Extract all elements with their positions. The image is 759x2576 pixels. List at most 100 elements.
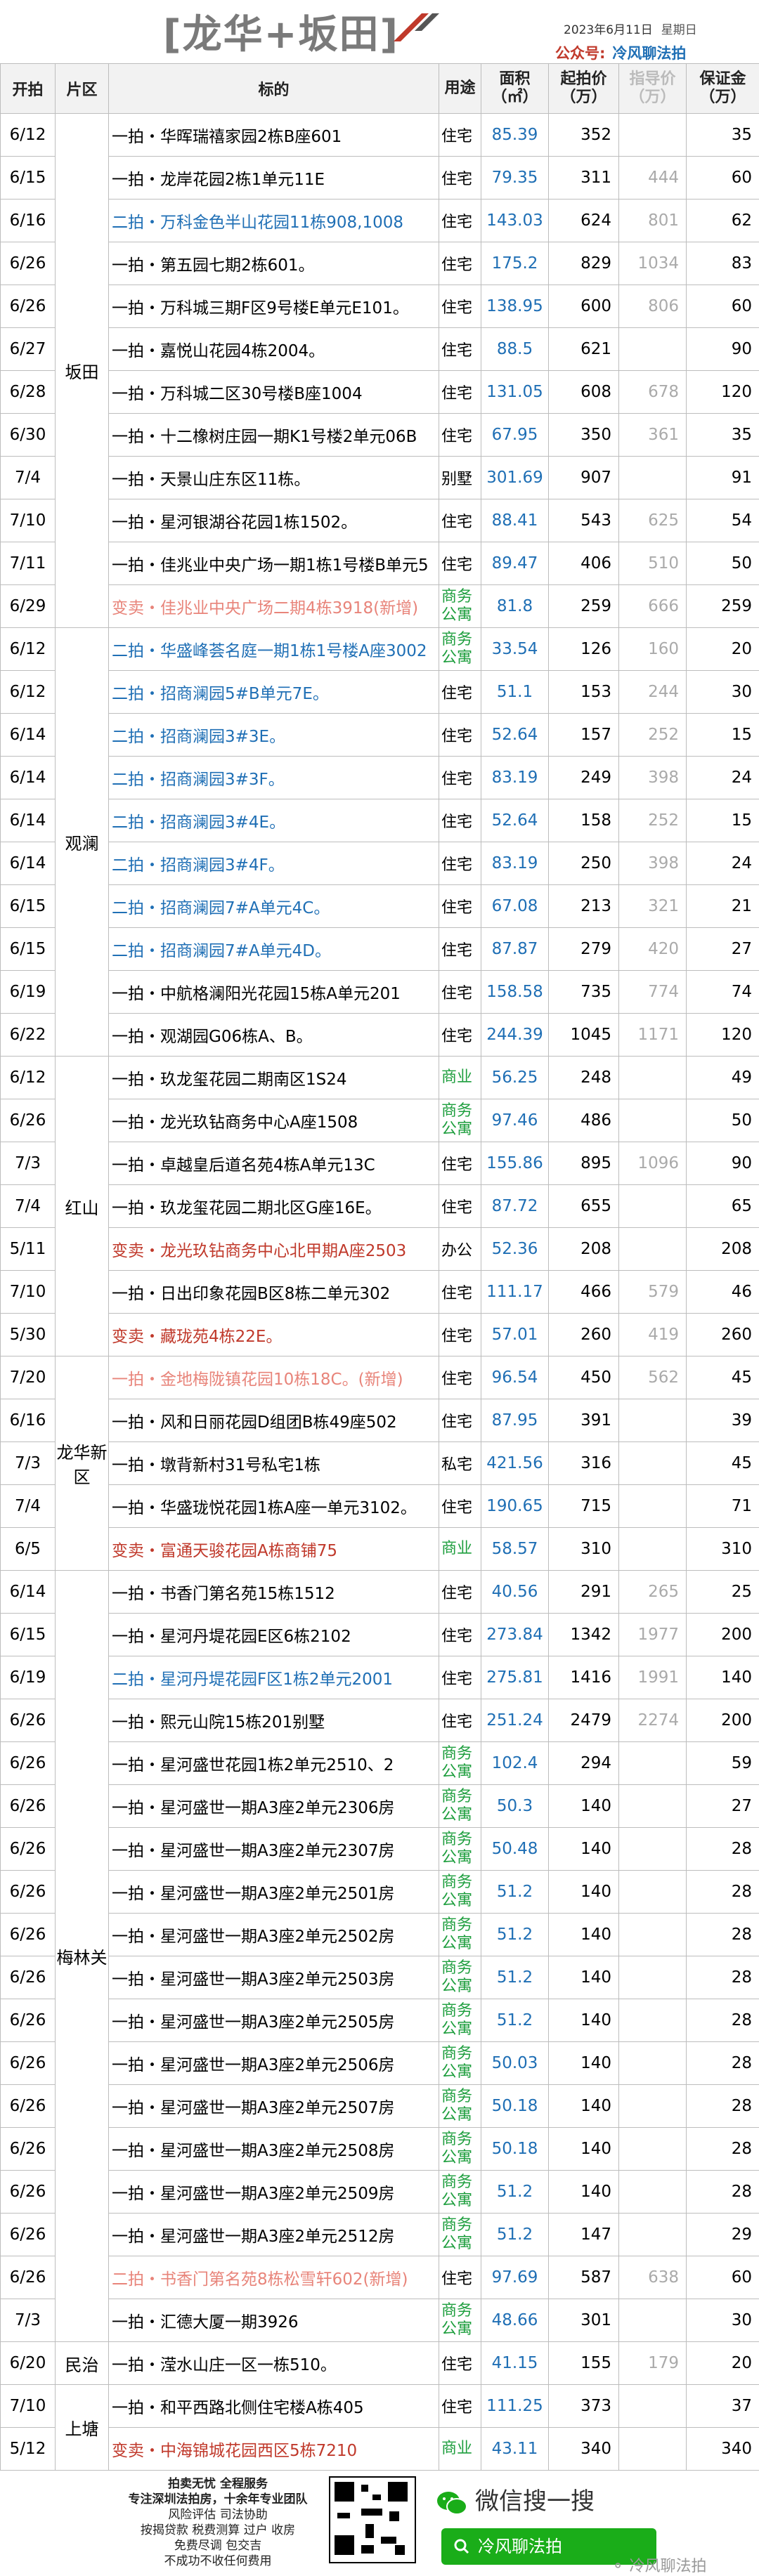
start-price: 259 — [549, 585, 619, 628]
deposit: 15 — [687, 714, 759, 757]
auction-date: 6/26 — [1, 1699, 56, 1742]
auction-date: 6/26 — [1, 285, 56, 328]
deposit: 28 — [687, 1914, 759, 1956]
property-area: 87.95 — [481, 1399, 549, 1442]
start-price: 391 — [549, 1399, 619, 1442]
property-name: 一拍・玖龙玺花园二期北区G座16E。 — [109, 1185, 439, 1228]
service-line: 按揭贷款 税费测算 过户 收房 — [119, 2523, 316, 2538]
property-area: 51.2 — [481, 1999, 549, 2042]
watermark: ⚬ 冷风聊法拍 — [611, 2554, 706, 2576]
property-name: 一拍・星河盛世一期A3座2单元2508房 — [109, 2128, 439, 2171]
property-area: 251.24 — [481, 1699, 549, 1742]
property-area: 51.2 — [481, 1914, 549, 1956]
service-line: 拍卖无忧 全程服务 — [119, 2476, 316, 2492]
property-area: 85.39 — [481, 114, 549, 157]
district-label: 上塘 — [56, 2385, 109, 2471]
table-row: 6/15一拍・星河丹堤花园E区6栋2102住宅273.8413421977200 — [1, 1614, 759, 1656]
table-row: 7/20龙华新区一拍・金地梅陇镇花园10栋18C。(新增)住宅96.544505… — [1, 1356, 759, 1399]
deposit: 200 — [687, 1614, 759, 1656]
table-row: 6/16二拍・万科金色半山花园11栋908,1008住宅143.03624801… — [1, 200, 759, 242]
property-area: 79.35 — [481, 157, 549, 200]
deposit: 50 — [687, 542, 759, 585]
property-area: 111.25 — [481, 2385, 549, 2428]
property-area: 138.95 — [481, 285, 549, 328]
date-label: 2023年6月11日星期日 — [564, 20, 697, 37]
guide-price: 398 — [619, 757, 687, 799]
property-use: 住宅 — [439, 1014, 481, 1057]
table-row: 6/26一拍・星河盛世一期A3座2单元2306房商务公寓50.314027 — [1, 1785, 759, 1828]
start-price: 600 — [549, 285, 619, 328]
table-row: 6/28一拍・万科城二区30号楼B座1004住宅131.05608678120 — [1, 371, 759, 414]
table-row: 6/14二拍・招商澜园3#3F。住宅83.1924939824 — [1, 757, 759, 799]
auction-date: 7/3 — [1, 2299, 56, 2342]
property-use: 住宅 — [439, 1185, 481, 1228]
col-use: 用途 — [439, 64, 481, 114]
property-name: 一拍・天景山庄东区11栋。 — [109, 457, 439, 499]
guide-price — [619, 2214, 687, 2256]
property-area: 40.56 — [481, 1571, 549, 1614]
col-date: 开拍 — [1, 64, 56, 114]
start-price: 248 — [549, 1057, 619, 1099]
property-name: 一拍・十二橡树庄园一期K1号楼2单元06B — [109, 414, 439, 457]
auction-date: 7/3 — [1, 1442, 56, 1485]
auction-date: 6/26 — [1, 2256, 56, 2299]
table-row: 6/5变卖・富通天骏花园A栋商铺75商业58.57310310 — [1, 1528, 759, 1571]
auction-date: 6/12 — [1, 628, 56, 671]
property-use: 住宅 — [439, 671, 481, 714]
property-use: 住宅 — [439, 328, 481, 371]
start-price: 2479 — [549, 1699, 619, 1742]
property-use: 住宅 — [439, 799, 481, 842]
deposit: 28 — [687, 2085, 759, 2128]
guide-price: 160 — [619, 628, 687, 671]
guide-price: 361 — [619, 414, 687, 457]
start-price: 624 — [549, 200, 619, 242]
guide-price: 398 — [619, 842, 687, 885]
start-price: 486 — [549, 1099, 619, 1142]
guide-price: 562 — [619, 1356, 687, 1399]
col-start: 起拍价（万） — [549, 64, 619, 114]
auction-date: 6/19 — [1, 1656, 56, 1699]
auction-date: 7/4 — [1, 1485, 56, 1528]
table-row: 6/26一拍・万科城三期F区9号楼E单元E101。住宅138.956008066… — [1, 285, 759, 328]
table-row: 7/11一拍・佳兆业中央广场一期1栋1号楼B单元5住宅89.4740651050 — [1, 542, 759, 585]
col-district: 片区 — [56, 64, 109, 114]
deposit: 90 — [687, 1142, 759, 1185]
property-area: 50.18 — [481, 2085, 549, 2128]
deposit: 45 — [687, 1356, 759, 1399]
col-name: 标的 — [109, 64, 439, 114]
guide-price: 252 — [619, 714, 687, 757]
start-price: 140 — [549, 1956, 619, 1999]
deposit: 25 — [687, 1571, 759, 1614]
property-area: 89.47 — [481, 542, 549, 585]
property-name: 一拍・嘉悦山花园4栋2004。 — [109, 328, 439, 371]
deposit: 50 — [687, 1099, 759, 1142]
auction-date: 6/14 — [1, 842, 56, 885]
property-area: 43.11 — [481, 2428, 549, 2471]
auction-date: 5/12 — [1, 2428, 56, 2471]
property-use: 住宅 — [439, 1699, 481, 1742]
start-price: 140 — [549, 2171, 619, 2214]
auction-date: 6/19 — [1, 971, 56, 1014]
guide-price — [619, 1228, 687, 1271]
auction-date: 6/15 — [1, 157, 56, 200]
table-row: 6/26一拍・熙元山院15栋201别墅住宅251.2424792274200 — [1, 1699, 759, 1742]
deposit: 28 — [687, 1956, 759, 1999]
table-row: 7/10一拍・日出印象花园B区8栋二单元302住宅111.1746657946 — [1, 1271, 759, 1314]
start-price: 352 — [549, 114, 619, 157]
start-price: 157 — [549, 714, 619, 757]
deposit: 65 — [687, 1185, 759, 1228]
property-name: 一拍・星河盛世花园1栋2单元2510、2 — [109, 1742, 439, 1785]
start-price: 907 — [549, 457, 619, 499]
property-use: 商务公寓 — [439, 2299, 481, 2342]
start-price: 450 — [549, 1356, 619, 1399]
guide-price — [619, 1528, 687, 1571]
start-price: 608 — [549, 371, 619, 414]
deposit: 28 — [687, 1871, 759, 1914]
deposit: 24 — [687, 842, 759, 885]
deposit: 28 — [687, 1828, 759, 1871]
property-name: 一拍・华晖瑞禧家园2栋B座601 — [109, 114, 439, 157]
property-area: 50.3 — [481, 1785, 549, 1828]
table-row: 6/20民治一拍・滢水山庄一区一栋510。住宅41.1515517920 — [1, 2342, 759, 2385]
property-use: 住宅 — [439, 157, 481, 200]
start-price: 1416 — [549, 1656, 619, 1699]
